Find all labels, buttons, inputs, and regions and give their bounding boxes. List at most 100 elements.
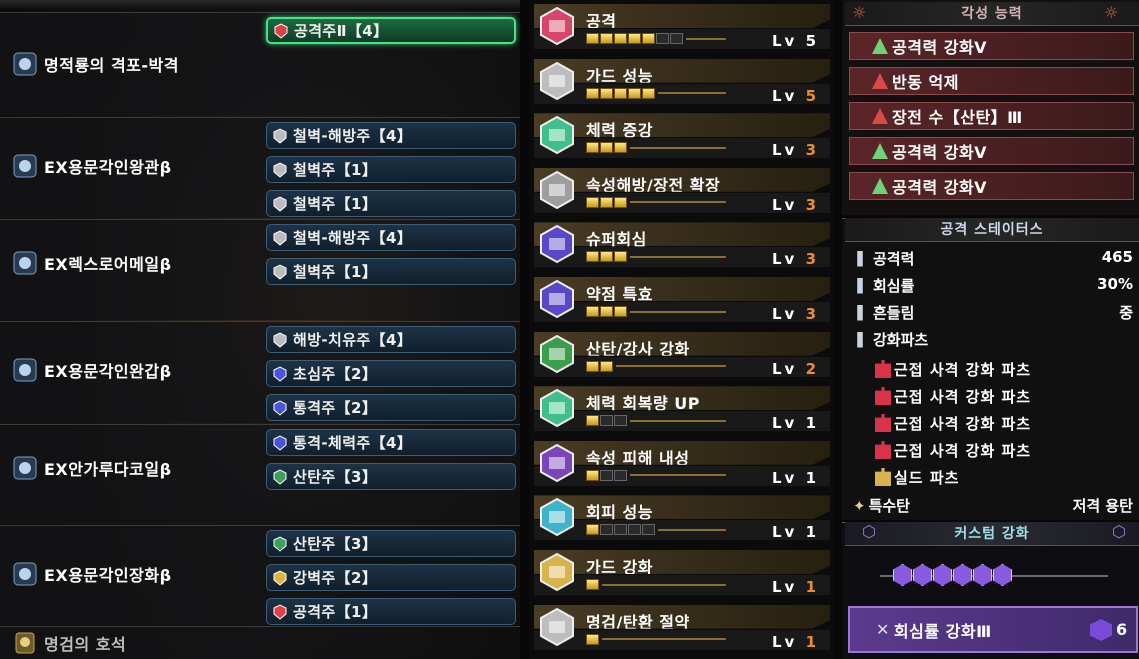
jewel-yellow-icon <box>270 568 290 588</box>
decoration-slot[interactable]: 산탄주【3】 <box>266 463 516 490</box>
skill-level: Lv 3 <box>772 305 820 323</box>
mod-part-icon <box>875 360 891 378</box>
decoration-slot[interactable]: 강벽주【2】 <box>266 564 516 591</box>
jewel-grey-icon <box>270 126 290 146</box>
skill-row[interactable]: 속성 피해 내성 Lv 1 <box>529 437 835 492</box>
skill-pip <box>586 415 599 427</box>
skill-row[interactable]: 명검/탄환 절약 Lv 1 <box>529 601 835 656</box>
decoration-slot[interactable]: 산탄주【3】 <box>266 530 516 557</box>
status-row: 공격력 465 <box>847 246 1137 272</box>
jewel-grey-icon <box>270 330 290 350</box>
custom-slot-gem <box>893 564 912 586</box>
skill-pip <box>614 415 627 427</box>
equipment-row[interactable]: EX안가루다코일β 통격-체력주【4】 산탄주【3】 <box>0 424 520 524</box>
skill-pip-track <box>658 528 726 531</box>
skill-level-bar: Lv 5 <box>534 83 830 105</box>
jewel-blue-icon <box>270 398 290 418</box>
skill-pips <box>586 305 726 318</box>
decoration-slot[interactable]: 공격주【1】 <box>266 598 516 625</box>
skill-row[interactable]: 체력 증강 Lv 3 <box>529 109 835 164</box>
skill-pip <box>656 33 669 44</box>
decoration-slot[interactable]: 통격주【2】 <box>266 394 516 421</box>
skill-pips <box>586 32 726 45</box>
skill-row[interactable]: 가드 강화 Lv 1 <box>529 546 835 601</box>
skill-pip <box>600 306 613 317</box>
special-ammo-icon: ✦ <box>853 496 866 515</box>
skill-pip <box>614 306 627 317</box>
skill-pips <box>586 250 726 263</box>
decoration-slot[interactable]: 철벽주【1】 <box>266 258 516 285</box>
skill-pip <box>614 251 627 263</box>
skill-pip <box>586 360 599 372</box>
equipment-row[interactable]: EX용문각인장화β 산탄주【3】 강벽주【2】 공격주【1】 <box>0 525 520 625</box>
decoration-slot[interactable]: 통격-체력주【4】 <box>266 429 516 456</box>
equipment-name: EX용문각인왕관β <box>10 151 172 181</box>
equipment-row[interactable]: EX용문각인완갑β 해방-치유주【4】 초심주【2】 통격주【2】 <box>0 321 520 423</box>
skill-pip <box>586 579 599 590</box>
mod-part-icon <box>875 414 891 432</box>
decoration-slot[interactable]: 철벽주【1】 <box>266 190 516 217</box>
skill-header: 가드 강화 <box>534 550 830 574</box>
decoration-slot[interactable]: 철벽-해방주【4】 <box>266 224 516 251</box>
skill-header: 가드 성능 <box>534 58 830 83</box>
awakening-item[interactable]: 공격력 강화Ⅴ <box>849 137 1134 165</box>
skill-pip <box>586 33 599 44</box>
status-row: 회심률 30% <box>847 273 1137 299</box>
skill-pip-track <box>630 310 726 313</box>
decoration-slot[interactable]: 철벽-해방주【4】 <box>266 122 516 149</box>
equipment-name: EX용문각인장화β <box>10 559 172 589</box>
skill-row[interactable]: 속성해방/장전 확장 Lv 3 <box>529 164 835 219</box>
skill-pip <box>586 251 599 263</box>
skill-pip <box>642 87 655 99</box>
mod-part-row: 근접 사격 강화 파츠 <box>875 356 1031 382</box>
skill-pips <box>586 360 726 373</box>
skill-row[interactable]: 슈퍼회심 Lv 3 <box>529 218 835 273</box>
affinity-icon <box>857 277 863 294</box>
decoration-slot[interactable]: 해방-치유주【4】 <box>266 326 516 353</box>
leg-icon <box>10 559 40 589</box>
skill-row[interactable]: 체력 회복량 UP Lv 1 <box>529 382 835 437</box>
custom-item[interactable]: ✕ 회심률 강화Ⅲ 6 <box>848 606 1138 653</box>
skill-row[interactable]: 산탄/강사 강화 Lv 2 <box>529 328 835 383</box>
skill-pips <box>586 523 726 536</box>
awakening-item[interactable]: 공격력 강화Ⅴ <box>849 172 1134 200</box>
skill-row[interactable]: 가드 성능 Lv 5 <box>529 55 835 110</box>
skill-pip <box>586 306 599 317</box>
decoration-slot[interactable]: 초심주【2】 <box>266 360 516 387</box>
skill-pip <box>614 469 627 481</box>
skill-pips <box>586 633 726 646</box>
skill-level: Lv 3 <box>772 141 820 160</box>
decoration-slot[interactable]: 공격주Ⅱ【4】 <box>266 17 516 44</box>
skill-icon <box>537 552 577 592</box>
skill-pip-track <box>630 419 726 422</box>
skill-level-bar: Lv 3 <box>534 192 830 214</box>
skill-level: Lv 1 <box>772 414 820 433</box>
skill-row[interactable]: 회피 성능 Lv 1 <box>529 491 835 546</box>
skill-level-bar: Lv 1 <box>534 575 830 596</box>
skill-pip <box>600 142 613 154</box>
skill-header: 체력 회복량 UP <box>534 386 830 411</box>
awakening-item[interactable]: 공격력 강화Ⅴ <box>849 32 1134 60</box>
equipment-row[interactable]: 명적룡의 격포-박격 공격주Ⅱ【4】 <box>0 12 520 115</box>
jewel-grey-icon <box>270 160 290 180</box>
decoration-slot[interactable]: 철벽주【1】 <box>266 156 516 183</box>
jewel-blue-icon <box>270 364 290 384</box>
awakening-item[interactable]: 장전 수【산탄】Ⅲ <box>849 102 1134 130</box>
skill-icon <box>537 497 577 537</box>
skill-pip <box>614 87 627 99</box>
skill-header: 산탄/강사 강화 <box>534 331 830 356</box>
equipment-row[interactable]: EX용문각인왕관β 철벽-해방주【4】 철벽주【1】 철벽주【1】 <box>0 117 520 218</box>
mod-part-row: 근접 사격 강화 파츠 <box>875 383 1031 409</box>
awakening-item[interactable]: 반동 억제 <box>849 67 1134 95</box>
skill-pip <box>628 87 641 99</box>
skill-level-bar: Lv 1 <box>534 411 830 433</box>
skill-row[interactable]: 공격 Lv 5 <box>529 0 835 55</box>
skill-level: Lv 5 <box>772 86 820 105</box>
jewel-red-icon <box>270 602 290 622</box>
equipment-row[interactable]: EX렉스로어메일β 철벽-해방주【4】 철벽주【1】 <box>0 219 520 320</box>
charm-row[interactable]: 명검의 호석 <box>0 626 520 659</box>
skill-pip <box>642 33 655 44</box>
skill-row[interactable]: 약점 특효 Lv 3 <box>529 273 835 328</box>
skill-header: 공격 <box>534 4 830 28</box>
attack-up-icon <box>872 143 888 159</box>
